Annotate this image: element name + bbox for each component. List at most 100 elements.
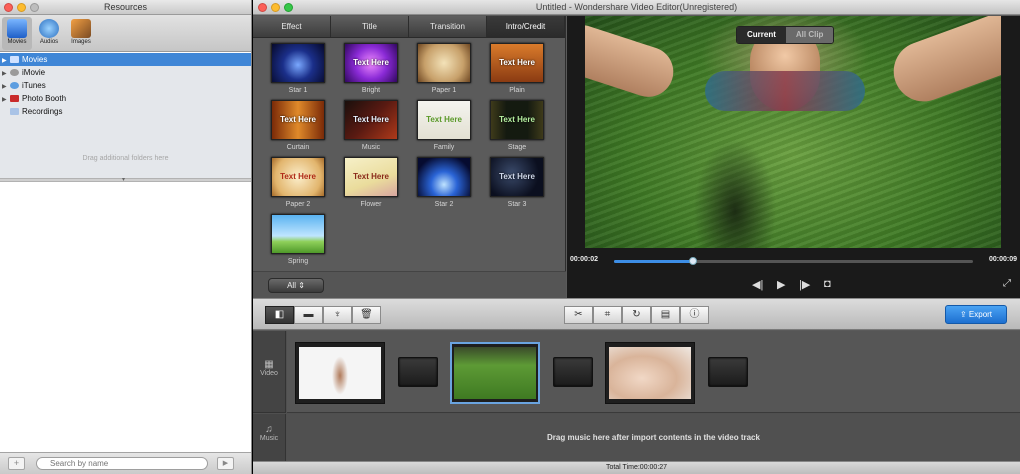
next-button[interactable]: ▶ (217, 457, 234, 470)
export-label: Export (968, 310, 993, 319)
template-family[interactable]: Text Here Family (415, 100, 473, 151)
template-star-3[interactable]: Text Here Star 3 (488, 157, 546, 208)
close-window-button[interactable] (4, 3, 13, 12)
template-spring[interactable]: Spring (269, 214, 327, 265)
video-track-label: Video (260, 370, 278, 377)
child-shirt-shape (705, 71, 865, 111)
panel-splitter[interactable]: ▾ (0, 176, 251, 183)
current-mode-button[interactable]: Current (737, 27, 786, 43)
video-clip-2[interactable] (450, 342, 540, 404)
search-input[interactable] (36, 457, 208, 470)
arm-shape-left (585, 18, 680, 104)
minimize-window-button[interactable] (271, 3, 280, 12)
template-caption: Curtain (286, 144, 310, 151)
total-time: 00:00:09 (988, 256, 1017, 263)
clip-thumbnail (454, 347, 536, 399)
tab-effect[interactable]: Effect (253, 16, 331, 37)
tab-images[interactable]: Images (66, 17, 96, 50)
template-paper-2[interactable]: Text Here Paper 2 (269, 157, 327, 208)
effects-button[interactable]: ▤ (651, 306, 680, 324)
editor-titlebar: Untitled - Wondershare Video Editor(Unre… (253, 0, 1020, 15)
add-folder-button[interactable]: + (8, 457, 25, 470)
template-thumbnail (417, 157, 471, 197)
tab-transition[interactable]: Transition (409, 16, 487, 37)
tab-movies[interactable]: Movies (2, 17, 32, 50)
tree-item-label: Photo Booth (22, 94, 67, 103)
music-note-icon: ♫ (265, 424, 273, 435)
tree-item-recordings[interactable]: Recordings (0, 105, 251, 118)
template-thumbnail (271, 214, 325, 254)
video-track-header: ▦ Video (253, 331, 286, 413)
storyboard-view-button[interactable]: ◧ (265, 306, 294, 324)
fullscreen-icon[interactable]: ⤢ (1003, 278, 1011, 289)
template-star-2[interactable]: Star 2 (415, 157, 473, 208)
resources-titlebar: Resources (0, 0, 251, 15)
zoom-window-button[interactable] (284, 3, 293, 12)
template-paper-1[interactable]: Paper 1 (415, 43, 473, 94)
transition-slot-1[interactable] (398, 357, 438, 387)
storyboard-icon: ◧ (274, 309, 285, 320)
minimize-window-button[interactable] (17, 3, 26, 12)
next-frame-icon[interactable]: |▶ (799, 278, 810, 291)
video-track[interactable] (287, 331, 1020, 413)
splitter-handle-icon[interactable]: ▾ (122, 176, 125, 183)
template-bright[interactable]: Text Here Bright (342, 43, 400, 94)
video-clip-1[interactable] (295, 342, 385, 404)
info-button[interactable]: ⓘ (680, 306, 709, 324)
template-thumbnail (271, 43, 325, 83)
snapshot-camera-icon[interactable]: ◘ (824, 278, 831, 290)
transition-slot-2[interactable] (553, 357, 593, 387)
export-icon: ⇪ (959, 310, 967, 319)
delete-button[interactable]: 🗑 (352, 306, 381, 324)
template-plain[interactable]: Text Here Plain (488, 43, 546, 94)
tree-item-imovie[interactable]: ▶ iMovie (0, 66, 251, 79)
template-music[interactable]: Text Here Music (342, 100, 400, 151)
timeline-view-button[interactable]: ▬ (294, 306, 323, 324)
template-stage[interactable]: Text Here Stage (488, 100, 546, 151)
seek-track[interactable] (614, 257, 973, 265)
tab-title[interactable]: Title (331, 16, 409, 37)
prev-frame-icon[interactable]: ◀| (752, 278, 763, 291)
music-track[interactable]: Drag music here after import contents in… (287, 414, 1020, 461)
template-star-1[interactable]: Star 1 (269, 43, 327, 94)
template-thumbnail: Text Here (490, 43, 544, 83)
zoom-window-button[interactable] (30, 3, 39, 12)
photo-icon (71, 19, 91, 38)
microphone-icon: ♆ (333, 309, 342, 320)
play-icon[interactable]: ▶ (777, 278, 785, 291)
export-button[interactable]: ⇪ Export (945, 305, 1007, 324)
crop-button[interactable]: ⌗ (593, 306, 622, 324)
close-window-button[interactable] (258, 3, 267, 12)
seek-handle[interactable] (688, 257, 697, 265)
tree-item-itunes[interactable]: ▶ iTunes (0, 79, 251, 92)
template-flower[interactable]: Text Here Flower (342, 157, 400, 208)
template-caption: Music (361, 144, 381, 151)
template-thumbnail: Text Here (344, 100, 398, 140)
all-clip-mode-button[interactable]: All Clip (785, 27, 834, 43)
video-clip-3[interactable] (605, 342, 695, 404)
voiceover-button[interactable]: ♆ (323, 306, 352, 324)
tree-item-photo-booth[interactable]: ▶ Photo Booth (0, 92, 251, 105)
template-thumbnail: Text Here (490, 157, 544, 197)
category-filter-select[interactable]: All ⇕ (268, 278, 324, 293)
transport-controls: ◀| ▶ |▶ ◘ ⤢ (567, 276, 1020, 294)
tab-intro-credit[interactable]: Intro/Credit (487, 16, 565, 37)
tree-item-label: iMovie (22, 68, 46, 77)
template-thumbnail: Text Here (344, 157, 398, 197)
edit-toolbar: ◧ ▬ ♆ 🗑 ✂ ⌗ ↻ ▤ ⓘ ⇪ Export (253, 298, 1020, 330)
film-effects-icon: ▤ (660, 309, 671, 320)
clip-thumbnail (609, 347, 691, 399)
video-preview[interactable]: Current All Clip (585, 16, 1001, 248)
music-track-label: Music (259, 435, 279, 442)
split-button[interactable]: ✂ (564, 306, 593, 324)
crop-icon: ⌗ (604, 309, 611, 320)
clip-thumbnail (299, 347, 381, 399)
editor-window: Untitled - Wondershare Video Editor(Unre… (253, 0, 1020, 474)
tab-audios[interactable]: Audios (34, 17, 64, 50)
tree-item-movies[interactable]: ▶ Movies (0, 53, 251, 66)
template-curtain[interactable]: Text Here Curtain (269, 100, 327, 151)
transition-slot-3[interactable] (708, 357, 748, 387)
library-footer: All ⇕ (253, 271, 566, 298)
rotate-button[interactable]: ↻ (622, 306, 651, 324)
seek-progress (614, 260, 693, 263)
